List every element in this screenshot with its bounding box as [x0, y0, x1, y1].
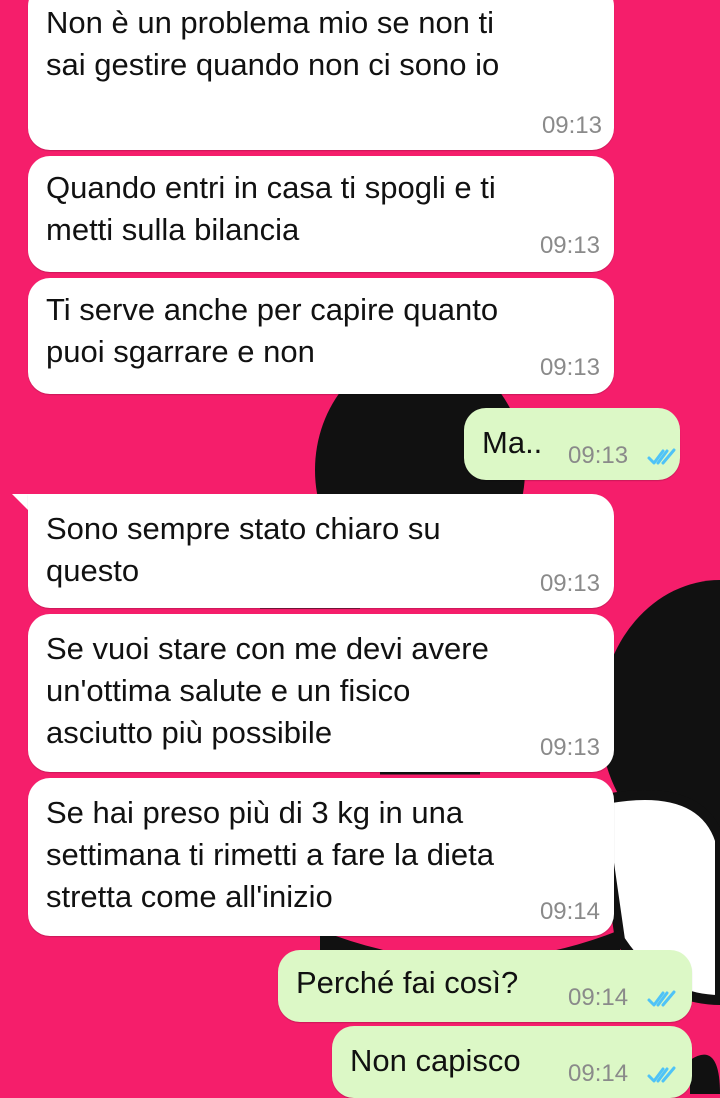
message-outgoing[interactable]: Perché fai così? 09:14	[278, 950, 692, 1022]
message-text: Ti serve anche per capire quanto puoi sg…	[46, 292, 499, 369]
message-incoming[interactable]: Se hai preso più di 3 kg in una settiman…	[28, 778, 614, 936]
message-text: Non è un problema mio se non ti sai gest…	[46, 5, 500, 82]
message-incoming[interactable]: Quando entri in casa ti spogli e ti mett…	[28, 156, 614, 272]
message-time: 09:14	[568, 1060, 629, 1087]
message-text: Quando entri in casa ti spogli e ti mett…	[46, 170, 496, 247]
message-outgoing[interactable]: Ma.. 09:13	[464, 408, 680, 480]
message-text: Se hai preso più di 3 kg in una settiman…	[46, 795, 494, 914]
message-text: Se vuoi stare con me devi avere un'ottim…	[46, 631, 489, 750]
double-check-icon	[647, 448, 676, 465]
message-time: 09:13	[539, 354, 600, 381]
message-text: Perché fai così?	[296, 965, 519, 1000]
double-check-icon	[647, 990, 676, 1007]
message-time: 09:13	[539, 734, 600, 761]
message-time: 09:14	[539, 898, 600, 925]
message-text: Non capisco	[350, 1043, 521, 1078]
message-text: Ma..	[482, 425, 543, 460]
message-time: 09:13	[539, 570, 600, 597]
message-outgoing[interactable]: Non capisco 09:14	[332, 1026, 692, 1098]
message-incoming[interactable]: Ti serve anche per capire quanto puoi sg…	[28, 278, 614, 394]
message-incoming[interactable]: Sono sempre stato chiaro su questo 09:13	[28, 494, 614, 608]
message-incoming[interactable]: Se vuoi stare con me devi avere un'ottim…	[28, 614, 614, 772]
message-text: Sono sempre stato chiaro su questo	[46, 511, 441, 588]
message-time: 09:13	[568, 442, 629, 469]
message-time: 09:14	[568, 984, 629, 1011]
double-check-icon	[647, 1066, 676, 1083]
message-incoming[interactable]: Non è un problema mio se non ti sai gest…	[28, 0, 614, 150]
message-time: 09:13	[541, 112, 602, 139]
message-time: 09:13	[539, 232, 600, 259]
